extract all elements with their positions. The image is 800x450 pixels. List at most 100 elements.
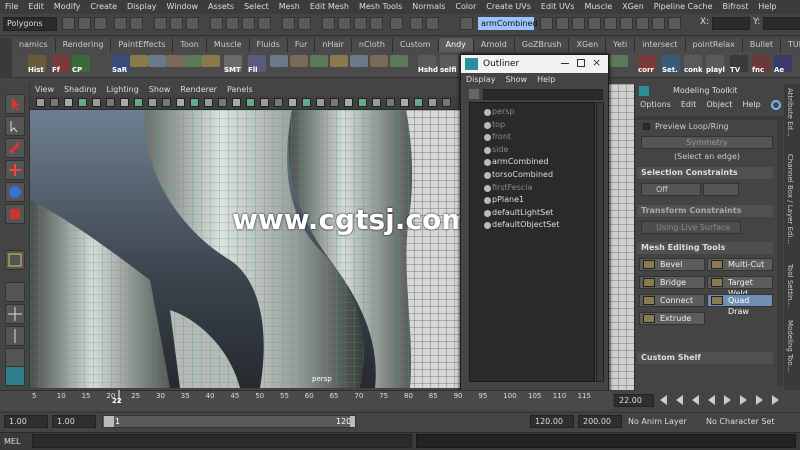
rename-icon[interactable] xyxy=(426,17,439,30)
outliner-menu-help[interactable]: Help xyxy=(532,73,560,86)
ipr-render-icon[interactable] xyxy=(354,17,367,30)
constraint-off-select[interactable]: Off xyxy=(641,183,701,196)
select-component-icon[interactable] xyxy=(186,17,199,30)
save-scene-icon[interactable] xyxy=(94,17,107,30)
side-tab[interactable]: Modeling Too... xyxy=(786,320,794,372)
menu-mesh-tools[interactable]: Mesh Tools xyxy=(354,0,407,14)
viewport-tool-icon[interactable] xyxy=(232,98,241,107)
redo-icon[interactable] xyxy=(130,17,143,30)
shelf-tool-icon[interactable] xyxy=(390,55,408,67)
shelf-tool-icon[interactable] xyxy=(148,55,166,67)
shelf-tab-ncloth[interactable]: nCloth xyxy=(351,38,393,52)
go-end-icon[interactable] xyxy=(772,395,779,405)
menu-edit-mesh[interactable]: Edit Mesh xyxy=(305,0,354,14)
outliner-item[interactable]: front xyxy=(492,131,511,143)
menu-assets[interactable]: Assets xyxy=(203,0,239,14)
menu-color[interactable]: Color xyxy=(450,0,481,14)
viewport-tool-icon[interactable] xyxy=(316,98,325,107)
outliner-item[interactable]: persp xyxy=(492,106,515,118)
arrow-select-icon[interactable] xyxy=(460,17,473,30)
menu-window[interactable]: Window xyxy=(162,0,204,14)
shelf-tab-xgen[interactable]: XGen xyxy=(569,38,607,52)
four-pane-layout-icon[interactable] xyxy=(5,304,25,324)
viewport-tool-icon[interactable] xyxy=(274,98,283,107)
undo-icon[interactable] xyxy=(114,17,127,30)
outliner-item[interactable]: top xyxy=(492,119,505,131)
workspace-icon[interactable] xyxy=(620,17,633,30)
panel-layout-icon[interactable] xyxy=(636,17,649,30)
outliner-item[interactable]: defaultLightSet xyxy=(492,207,553,219)
side-tab[interactable]: Channel Box / Layer Edi... xyxy=(786,154,794,244)
snap-curve-icon[interactable] xyxy=(226,17,239,30)
step-back-key-icon[interactable] xyxy=(676,395,683,405)
tool-button-connect[interactable]: Connect xyxy=(639,294,705,307)
shelf-tool-icon[interactable] xyxy=(350,55,368,67)
scale-tool-icon[interactable] xyxy=(5,204,25,224)
menu-display[interactable]: Display xyxy=(122,0,162,14)
viewport-tool-icon[interactable] xyxy=(36,98,45,107)
shelf-tool-icon[interactable] xyxy=(166,55,184,67)
mtk-menu-help[interactable]: Help xyxy=(737,98,765,112)
viewport-tool-icon[interactable] xyxy=(442,98,451,107)
constraint-value-field[interactable] xyxy=(703,183,739,196)
menu-edit-uvs[interactable]: Edit UVs xyxy=(536,0,580,14)
shelf-tab-pointrelax[interactable]: pointRelax xyxy=(685,38,743,52)
menu-modify[interactable]: Modify xyxy=(49,0,86,14)
viewport-tool-icon[interactable] xyxy=(330,98,339,107)
select-tool-icon[interactable] xyxy=(5,94,25,114)
range-end-handle[interactable] xyxy=(350,416,355,427)
viewport-menu-shading[interactable]: Shading xyxy=(59,84,102,96)
shelf-tool-icon[interactable] xyxy=(310,55,328,67)
outliner-menu-show[interactable]: Show xyxy=(501,73,533,86)
menu-set-select[interactable]: Polygons xyxy=(3,17,57,31)
menu-create-uvs[interactable]: Create UVs xyxy=(481,0,536,14)
menu-normals[interactable]: Normals xyxy=(407,0,450,14)
viewport-menu-view[interactable]: View xyxy=(30,84,59,96)
viewport-tool-icon[interactable] xyxy=(64,98,73,107)
mtk-menu-object[interactable]: Object xyxy=(701,98,737,112)
select-object-icon[interactable] xyxy=(170,17,183,30)
shelf-tab-fluids[interactable]: Fluids xyxy=(249,38,288,52)
shelf-tab-rendering[interactable]: Rendering xyxy=(55,38,112,52)
playback-start-field[interactable]: 1.00 xyxy=(52,415,96,428)
lock-icon[interactable] xyxy=(540,17,553,30)
menu-select[interactable]: Select xyxy=(239,0,274,14)
hypershade-icon[interactable] xyxy=(390,17,403,30)
step-back-icon[interactable] xyxy=(692,395,699,405)
shelf-tool-icon[interactable] xyxy=(370,55,388,67)
transform-constraints-header[interactable]: Transform Constraints xyxy=(637,205,773,217)
snap-grid-icon[interactable] xyxy=(210,17,223,30)
object-name-field[interactable]: armCombined xyxy=(478,17,538,30)
outliner-menu-display[interactable]: Display xyxy=(461,73,501,86)
viewport-menu-show[interactable]: Show xyxy=(144,84,176,96)
viewport-tool-icon[interactable] xyxy=(134,98,143,107)
current-frame-field[interactable]: 22.00 xyxy=(614,394,654,407)
input-ops-icon[interactable] xyxy=(410,17,423,30)
shelf-tool-icon[interactable] xyxy=(202,55,220,67)
viewport-tool-icon[interactable] xyxy=(372,98,381,107)
step-forward-icon[interactable] xyxy=(740,395,747,405)
viewport-tool-icon[interactable] xyxy=(400,98,409,107)
menu-bifrost[interactable]: Bifrost xyxy=(718,0,754,14)
menu-muscle[interactable]: Muscle xyxy=(579,0,617,14)
history-icon[interactable] xyxy=(282,17,295,30)
mtk-menu-edit[interactable]: Edit xyxy=(676,98,702,112)
tool-button-quad-draw[interactable]: Quad Draw xyxy=(707,294,773,316)
close-icon[interactable]: × xyxy=(592,56,601,69)
x-field[interactable] xyxy=(712,17,750,30)
viewport-tool-icon[interactable] xyxy=(344,98,353,107)
character-set-select[interactable]: No Character Set xyxy=(706,417,775,426)
power-icon[interactable] xyxy=(771,100,781,110)
side-by-side-layout-icon[interactable] xyxy=(5,326,25,346)
outliner-search-input[interactable] xyxy=(483,89,603,100)
numeric-input-icon[interactable] xyxy=(588,17,601,30)
tool-button-bevel[interactable]: Bevel xyxy=(639,258,705,271)
viewport-menu-renderer[interactable]: Renderer xyxy=(175,84,222,96)
go-start-icon[interactable] xyxy=(660,395,667,405)
new-scene-icon[interactable] xyxy=(62,17,75,30)
viewport-tool-icon[interactable] xyxy=(260,98,269,107)
maximize-icon[interactable] xyxy=(577,59,585,67)
channel-box-icon[interactable] xyxy=(668,17,681,30)
render-frame-icon[interactable] xyxy=(338,17,351,30)
outliner-item[interactable]: torsoCombined xyxy=(492,169,553,181)
